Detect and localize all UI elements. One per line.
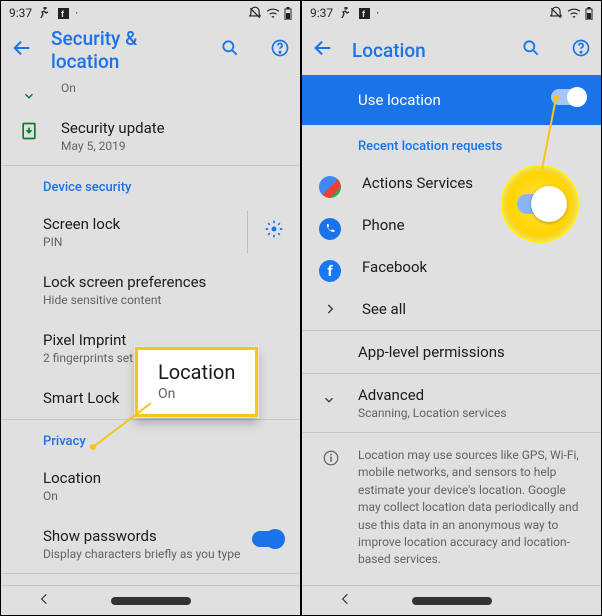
section-recent-requests: Recent location requests — [302, 125, 601, 162]
help-icon[interactable] — [270, 38, 290, 62]
see-all-row[interactable]: See all — [302, 288, 601, 330]
actions-app-icon — [318, 176, 342, 198]
search-icon[interactable] — [521, 38, 541, 62]
chevron-down-icon — [322, 392, 336, 411]
battery-icon — [585, 7, 593, 20]
use-location-switch[interactable] — [551, 89, 585, 105]
location-row[interactable]: Location On — [1, 457, 300, 515]
security-update-row[interactable]: Security update May 5, 2019 — [1, 107, 300, 165]
facebook-app-icon: f — [318, 260, 342, 282]
nav-home-pill[interactable] — [111, 597, 191, 605]
show-passwords-switch[interactable] — [252, 531, 284, 547]
shield-update-icon — [17, 121, 41, 141]
toggle-highlight — [501, 165, 579, 243]
status-row[interactable]: On — [1, 75, 300, 107]
screen-lock-row[interactable]: Screen lock PIN — [1, 203, 300, 261]
gear-icon[interactable] — [264, 219, 284, 243]
clock: 9:37 — [9, 6, 32, 20]
lock-pref-row[interactable]: Lock screen preferences Hide sensitive c… — [1, 261, 300, 319]
location-info-text: Location may use sources like GPS, Wi-Fi… — [302, 433, 601, 583]
facebook-icon: f — [58, 8, 69, 19]
status-bar: 9:37 f · — [302, 1, 601, 25]
use-location-row[interactable]: Use location — [302, 75, 601, 125]
clock: 9:37 — [310, 6, 333, 20]
nav-bar — [1, 585, 300, 615]
app-bar: Location — [302, 25, 601, 75]
back-icon[interactable] — [312, 37, 334, 63]
facebook-icon: f — [359, 8, 370, 19]
page-title: Location — [352, 39, 503, 62]
dot: · — [75, 6, 78, 20]
help-icon[interactable] — [571, 38, 591, 62]
section-privacy: Privacy — [1, 420, 300, 457]
status-text: On — [61, 81, 282, 95]
screen-security-location: 9:37 f · Security & location On Security… — [1, 1, 300, 615]
nav-home-pill[interactable] — [412, 597, 492, 605]
show-passwords-row[interactable]: Show passwords Display characters briefl… — [1, 515, 300, 573]
chevron-right-icon — [318, 302, 342, 316]
nav-bar — [302, 585, 601, 615]
screen-location: 9:37 f · Location Use location Recent lo… — [302, 1, 601, 615]
phone-app-icon — [318, 218, 342, 240]
use-location-switch-highlighted[interactable] — [517, 194, 563, 214]
running-icon — [38, 7, 52, 19]
wifi-icon — [567, 7, 581, 19]
advanced-row[interactable]: Advanced Scanning, Location services — [302, 374, 601, 432]
nav-back-icon[interactable] — [37, 591, 51, 610]
running-icon — [339, 7, 353, 19]
dnd-icon — [549, 6, 563, 20]
callout-location: Location On — [135, 347, 258, 417]
battery-icon — [284, 7, 292, 20]
app-level-permissions-row[interactable]: App-level permissions — [302, 331, 601, 373]
chevron-down-icon — [17, 89, 41, 103]
status-bar: 9:37 f · — [1, 1, 300, 25]
page-title: Security & location — [51, 27, 202, 73]
back-icon[interactable] — [11, 37, 33, 63]
search-icon[interactable] — [220, 38, 240, 62]
nav-back-icon[interactable] — [338, 591, 352, 610]
wifi-icon — [266, 7, 280, 19]
section-device-security: Device security — [1, 166, 300, 203]
info-icon — [322, 449, 340, 472]
app-bar: Security & location — [1, 25, 300, 75]
dnd-icon — [248, 6, 262, 20]
app-facebook-row[interactable]: f Facebook — [302, 246, 601, 288]
